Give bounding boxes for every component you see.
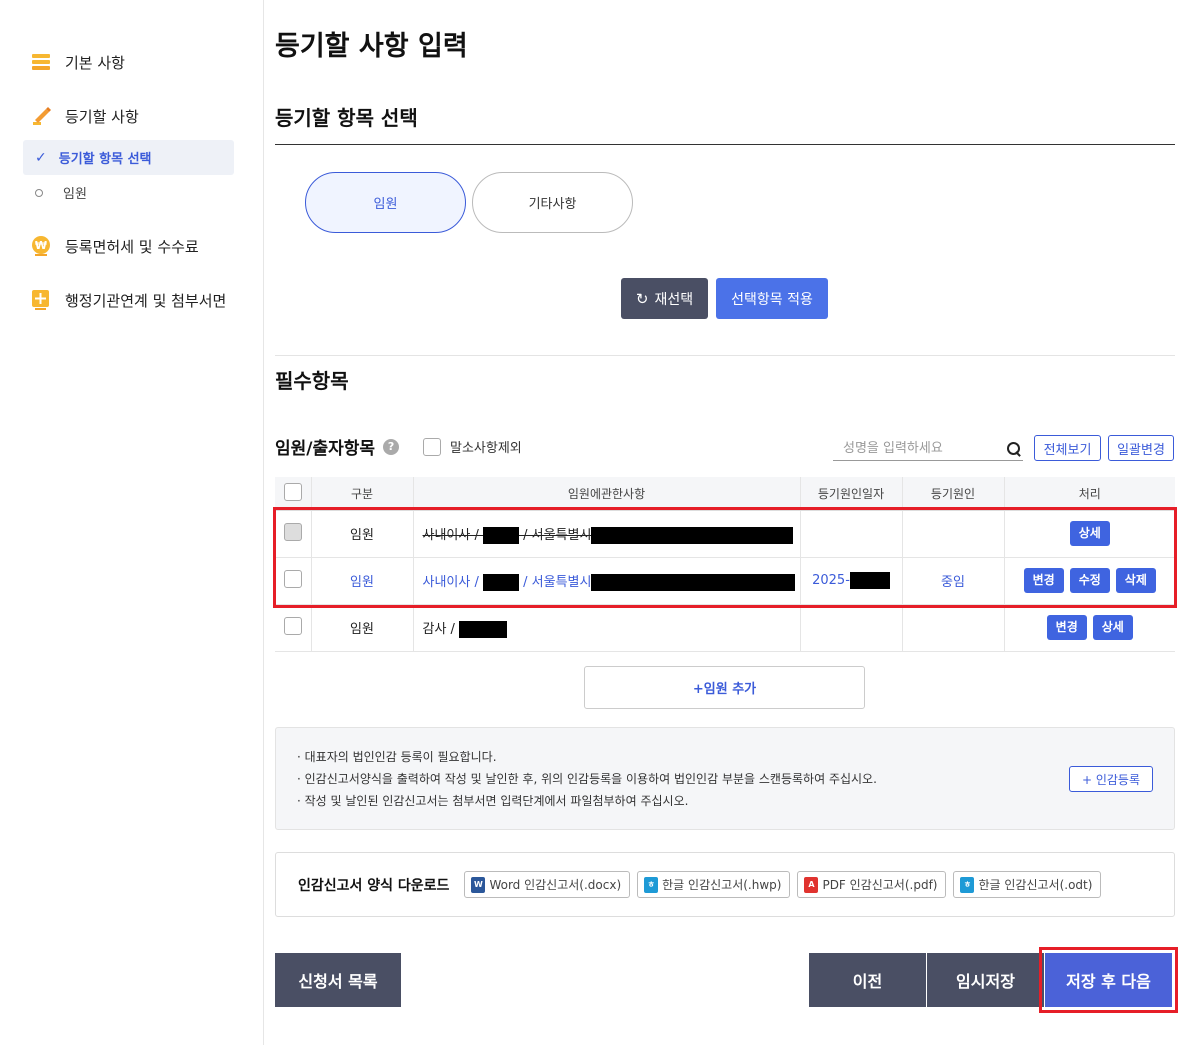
detail-cell: 감사 / (413, 604, 801, 652)
notice-box: · 대표자의 법인인감 등록이 필요합니다. · 인감신고서양식을 출력하여 작… (275, 727, 1175, 830)
bulk-change-button[interactable]: 일괄변경 (1108, 435, 1174, 461)
download-odt-button[interactable]: ㅎ 한글 인감신고서(.odt) (953, 871, 1102, 898)
column-header: 등기원인일자 (800, 477, 903, 511)
divider (275, 144, 1175, 145)
apply-selection-button[interactable]: 선택항목 적용 (716, 278, 828, 319)
sidebar-item-label: 기본 사항 (65, 53, 125, 72)
type-cell: 임원 (311, 604, 414, 652)
download-hwp-button[interactable]: ㅎ 한글 인감신고서(.hwp) (637, 871, 791, 898)
download-label: PDF 인감신고서(.pdf) (822, 878, 938, 892)
sidebar-item-registration[interactable]: 등기할 사항 (30, 105, 139, 127)
page-title: 등기할 사항 입력 (275, 31, 468, 62)
sidebar-item-basic[interactable]: 기본 사항 (30, 51, 125, 73)
exclude-deleted-label: 말소사항제외 (450, 441, 522, 456)
download-label: Word 인감신고서(.docx) (489, 878, 622, 892)
table-row: 임원 감사 / 변경 상세 (275, 604, 1175, 652)
sidebar-item-label: 행정기관연계 및 첨부서면 (65, 291, 227, 310)
search-input[interactable]: 성명을 입력하세요 (843, 437, 943, 460)
download-label: 인감신고서 양식 다운로드 (298, 877, 450, 894)
sidebar-item-label: 등기할 사항 (65, 107, 139, 126)
sidebar-subitem-label: 임원 (63, 187, 87, 202)
add-document-icon (30, 289, 52, 311)
sidebar-item-attachments[interactable]: 행정기관연계 및 첨부서면 (30, 289, 226, 311)
sidebar-item-label: 등록면허세 및 수수료 (65, 237, 199, 256)
sidebar-subitem-select[interactable]: ✓ 등기할 항목 선택 (23, 140, 234, 175)
tab-other[interactable]: 기타사항 (472, 172, 633, 233)
download-pdf-button[interactable]: A PDF 인감신고서(.pdf) (797, 871, 947, 898)
check-icon: ✓ (35, 149, 47, 166)
tab-officer[interactable]: 임원 (305, 172, 466, 233)
seal-register-button[interactable]: + 인감등록 (1069, 766, 1153, 792)
download-word-button[interactable]: W Word 인감신고서(.docx) (464, 871, 631, 898)
row-checkbox[interactable] (283, 616, 302, 635)
won-coin-icon: ₩ (30, 235, 52, 257)
column-header: 처리 (1004, 477, 1175, 511)
exclude-deleted-checkbox[interactable]: 말소사항제외 (423, 437, 522, 456)
checkbox[interactable] (423, 437, 441, 456)
refresh-icon: ↻ (635, 289, 649, 308)
notice-line: · 인감신고서양식을 출력하여 작성 및 날인한 후, 위의 인감등록을 이용하… (297, 772, 877, 786)
officer-section-title: 임원/출자항목 ? (275, 434, 400, 459)
officer-section-label: 임원/출자항목 (275, 439, 376, 459)
select-all-cell (275, 477, 312, 511)
reselect-button[interactable]: ↻ 재선택 (621, 278, 708, 319)
document-icon (30, 51, 52, 73)
date-cell (800, 604, 903, 652)
form-download-box: 인감신고서 양식 다운로드 W Word 인감신고서(.docx) ㅎ 한글 인감신… (275, 852, 1175, 917)
divider (275, 355, 1175, 356)
actions-cell: 변경 상세 (1004, 604, 1175, 652)
column-header: 구분 (311, 477, 414, 511)
circle-icon (35, 188, 43, 197)
help-icon[interactable]: ? (383, 438, 400, 455)
sidebar-subitem-officer[interactable]: 임원 (35, 183, 87, 202)
change-button[interactable]: 변경 (1046, 615, 1087, 640)
select-all-checkbox[interactable] (283, 482, 302, 501)
download-label: 한글 인감신고서(.odt) (978, 878, 1093, 892)
application-list-button[interactable]: 신청서 목록 (275, 953, 401, 1007)
table-header: 구분 임원에관한사항 등기원인일자 등기원인 처리 (275, 477, 1175, 511)
hwp-icon: ㅎ (644, 876, 659, 893)
temp-save-button[interactable]: 임시저장 (927, 953, 1044, 1007)
sidebar-subitem-label: 등기할 항목 선택 (58, 152, 152, 167)
notice-line: · 대표자의 법인인감 등록이 필요합니다. (297, 750, 497, 764)
highlight-box (1039, 947, 1178, 1013)
pdf-icon: A (804, 876, 819, 893)
detail-text: 감사 / (422, 621, 460, 637)
add-officer-button[interactable]: +임원 추가 (584, 666, 865, 709)
sidebar: 기본 사항 등기할 사항 ✓ 등기할 항목 선택 임원 ₩ 등록면허세 및 수수… (0, 0, 264, 1045)
view-all-button[interactable]: 전체보기 (1034, 435, 1101, 461)
previous-button[interactable]: 이전 (809, 953, 926, 1007)
odt-icon: ㅎ (960, 876, 975, 893)
reselect-label: 재선택 (654, 291, 694, 308)
column-header: 임원에관한사항 (413, 477, 801, 511)
word-icon: W (471, 876, 486, 893)
notice-line: · 작성 및 날인된 인감신고서는 첨부서면 입력단계에서 파일첨부하여 주십시… (297, 794, 689, 808)
download-label: 한글 인감신고서(.hwp) (662, 878, 782, 892)
column-header: 등기원인 (902, 477, 1005, 511)
redaction (459, 620, 508, 638)
detail-button[interactable]: 상세 (1092, 615, 1133, 640)
svg-text:₩: ₩ (35, 239, 47, 252)
cause-cell (902, 604, 1005, 652)
section-title: 등기할 항목 선택 (275, 106, 418, 130)
sidebar-item-fees[interactable]: ₩ 등록면허세 및 수수료 (30, 235, 199, 257)
required-title: 필수항목 (275, 369, 349, 393)
search-icon[interactable] (1007, 442, 1021, 456)
pencil-icon (30, 105, 52, 127)
name-search[interactable]: 성명을 입력하세요 (833, 435, 1023, 461)
highlight-box (273, 507, 1177, 608)
